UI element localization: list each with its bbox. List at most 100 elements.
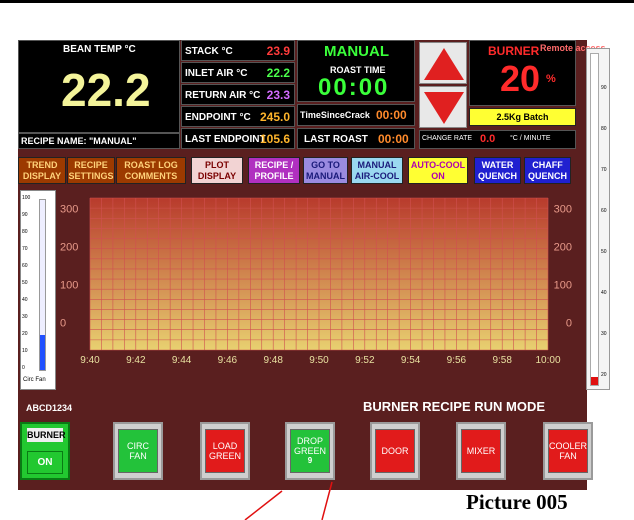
left-gauge-tick: 0 (22, 365, 25, 371)
left-gauge-tick: 10 (22, 348, 28, 354)
right-gauge-fill (591, 377, 598, 385)
recipe-name-bar: RECIPE NAME: "MANUAL" (18, 133, 180, 149)
readout-1: INLET AIR °C 22.2 (181, 62, 295, 83)
time-since-crack-label: TimeSinceCrack (300, 110, 370, 120)
circ-fan-button[interactable]: CIRC FAN (113, 422, 163, 480)
cooler-fan-label: COOLER FAN (549, 441, 588, 461)
left-gauge-tick: 100 (22, 195, 31, 201)
readout-value: 23.9 (266, 44, 290, 58)
x-tick: 9:48 (263, 355, 283, 366)
load-green-button[interactable]: LOAD GREEN (200, 422, 250, 480)
readout-label: LAST ENDPOINT (185, 134, 266, 145)
x-tick: 9:40 (80, 355, 100, 366)
x-tick: 9:46 (218, 355, 238, 366)
readout-label: ENDPOINT °C (185, 112, 251, 123)
right-gauge-frame: 90 80 70 60 50 40 30 20 (586, 48, 610, 390)
y-tick-left: 0 (60, 318, 66, 330)
right-gauge-tick: 30 (601, 331, 607, 337)
change-rate-display: CHANGE RATE 0.0 °C / MINUTE (419, 130, 576, 149)
left-gauge-tick: 80 (22, 229, 28, 235)
mixer-label: MIXER (466, 446, 496, 456)
change-rate-label: CHANGE RATE (422, 135, 473, 142)
right-gauge-tube (590, 53, 599, 386)
mixer-button[interactable]: MIXER (456, 422, 506, 480)
left-gauge: 100 90 80 70 60 50 40 30 20 10 0 Circ Fan (20, 190, 56, 390)
picture-caption: Picture 005 (466, 490, 568, 514)
right-gauge-tick: 50 (601, 249, 607, 255)
x-tick: 9:56 (447, 355, 467, 366)
readout-4: LAST ENDPOINT 105.6 (181, 128, 295, 149)
left-gauge-tick: 90 (22, 212, 28, 218)
circ-fan-gauge-label: Circ Fan (23, 377, 46, 383)
recipe-name: RECIPE NAME: "MANUAL" (21, 136, 137, 146)
nav-button-manual-air-cool[interactable]: MANUAL AIR-COOL (351, 157, 403, 184)
nav-button-recipe-settings[interactable]: RECIPE SETTINGS (67, 157, 115, 184)
readout-label: STACK °C (185, 46, 233, 57)
readout-value: 105.6 (259, 132, 290, 146)
plot-area: 300 300 200 200 100 100 0 0 9:40 9:42 9:44 9:46 9:48… (58, 190, 574, 380)
left-gauge-tick: 60 (22, 263, 28, 269)
last-roast-label: LAST ROAST (304, 134, 368, 145)
x-tick: 9:52 (355, 355, 375, 366)
roast-time-value: 00:00 (318, 74, 390, 101)
x-tick: 9:58 (492, 355, 512, 366)
change-rate-unit: °C / MINUTE (510, 135, 551, 142)
drop-green-label: DROP GREEN (293, 436, 326, 456)
right-gauge-tick: 20 (601, 372, 607, 378)
nav-button-water-quench[interactable]: WATER QUENCH (474, 157, 521, 184)
readout-3: ENDPOINT °C 245.0 (181, 106, 295, 127)
burner-up-button[interactable] (419, 42, 467, 84)
nav-button-trend-display[interactable]: TREND DISPLAY (18, 157, 66, 184)
bean-temp-label: BEAN TEMP °C (63, 44, 136, 55)
right-gauge-tick: 60 (601, 208, 607, 214)
x-tick: 9:54 (401, 355, 421, 366)
y-tick-left: 200 (60, 242, 78, 254)
y-tick-right: 100 (554, 280, 572, 292)
left-gauge-tick: 50 (22, 280, 28, 286)
readout-value: 22.2 (266, 66, 290, 80)
y-tick-right: 200 (554, 242, 572, 254)
mode-label: MANUAL (324, 43, 389, 60)
batch-size-button[interactable]: 2.5Kg Batch (469, 108, 576, 126)
burner-control-label: BURNER (27, 428, 66, 442)
readout-2: RETURN AIR °C 23.3 (181, 84, 295, 105)
door-label: DOOR (381, 446, 409, 456)
top-border (0, 0, 634, 3)
x-tick: 9:42 (126, 355, 146, 366)
burner-value: 20 (500, 58, 541, 99)
bean-temp-display: BEAN TEMP °C 22.2 (18, 40, 180, 133)
change-rate-value: 0.0 (480, 133, 496, 145)
readout-label: INLET AIR °C (185, 68, 248, 79)
readout-label: RETURN AIR °C (185, 90, 261, 101)
y-tick-right: 0 (566, 318, 572, 330)
right-gauge-tick: 80 (601, 126, 607, 132)
last-roast-value: 00:00 (378, 132, 409, 146)
nav-button-chaff-quench[interactable]: CHAFF QUENCH (524, 157, 571, 184)
nav-button-plot-display[interactable]: PLOT DISPLAY (191, 157, 243, 184)
cooler-fan-button[interactable]: COOLER FAN (543, 422, 593, 480)
readout-value: 245.0 (259, 110, 290, 124)
last-roast: LAST ROAST 00:00 (297, 128, 415, 149)
nav-button-recipe-profile[interactable]: RECIPE / PROFILE (248, 157, 300, 184)
bean-temp-value: 22.2 (61, 64, 151, 116)
time-since-crack: TimeSinceCrack 00:00 (297, 104, 415, 126)
load-green-label: LOAD GREEN (208, 441, 241, 461)
roaster-panel: BEAN TEMP °C 22.2 RECIPE NAME: "MANUAL" … (18, 40, 606, 490)
left-gauge-fill (40, 335, 45, 370)
burner-button[interactable]: BURNER ON (20, 422, 70, 480)
circ-fan-label: CIRC FAN (127, 441, 149, 461)
y-tick-left: 300 (60, 204, 78, 216)
nav-button-roast-log-comments[interactable]: ROAST LOG COMMENTS (116, 157, 186, 184)
readout-value: 23.3 (266, 88, 290, 102)
nav-button-auto-cool-on[interactable]: AUTO-COOL ON (408, 157, 468, 184)
arrow-up-icon (424, 48, 464, 80)
mode-display: MANUAL ROAST TIME 00:00 (297, 40, 415, 102)
drop-green-button[interactable]: DROP GREEN 9 (285, 422, 335, 480)
door-button[interactable]: DOOR (370, 422, 420, 480)
burner-on-indicator: ON (27, 451, 63, 474)
left-gauge-tick: 30 (22, 314, 28, 320)
drop-green-count: 9 (307, 456, 313, 465)
nav-button-go-to-manual[interactable]: GO TO MANUAL (303, 157, 348, 184)
left-gauge-tick: 70 (22, 246, 28, 252)
burner-down-button[interactable] (419, 86, 467, 128)
